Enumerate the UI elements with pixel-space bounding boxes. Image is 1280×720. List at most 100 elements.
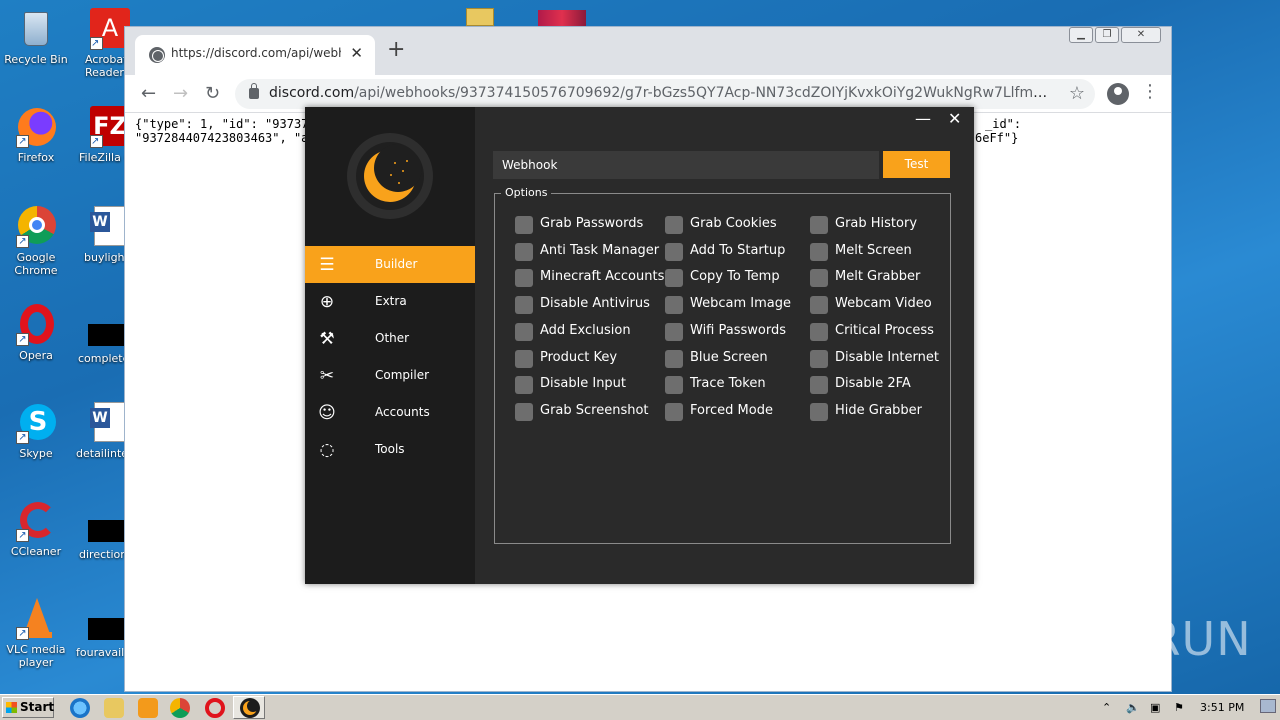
close-tab-icon[interactable]: ✕ <box>350 44 363 62</box>
builder-app-window: ☰ Builder ⊕ Extra ⚒ Other ✂ Compiler ☺ A… <box>305 107 974 584</box>
checkbox-label: Webcam Image <box>690 296 791 311</box>
desktop-icon-opera[interactable]: ↗ Opera <box>0 302 72 362</box>
checkbox-box[interactable] <box>515 296 533 314</box>
clock[interactable]: 3:51 PM <box>1200 701 1244 714</box>
checkbox-box[interactable] <box>515 350 533 368</box>
checkbox-label: Melt Screen <box>835 243 912 258</box>
opera-taskbar-icon[interactable] <box>205 698 225 718</box>
profile-icon[interactable] <box>1107 83 1129 105</box>
checkbox-box[interactable] <box>665 216 683 234</box>
user-icon: ☺ <box>318 403 336 423</box>
reload-button[interactable]: ↻ <box>205 83 220 104</box>
url-path: /api/webhooks/937374150576709692/g7r-bGz… <box>354 85 1049 101</box>
desktop-icon-ccleaner[interactable]: ↗ CCleaner <box>0 498 72 558</box>
checkbox-box[interactable] <box>665 269 683 287</box>
desktop-icon-firefox[interactable]: ↗ Firefox <box>0 104 72 164</box>
checkbox-box[interactable] <box>810 376 828 394</box>
checkbox-label: Critical Process <box>835 323 934 338</box>
start-button[interactable]: Start <box>2 697 54 718</box>
plus-circle-icon: ⊕ <box>319 292 335 312</box>
redacted-icon <box>88 618 124 640</box>
builder-taskbar-button[interactable] <box>233 696 265 719</box>
checkbox-box[interactable] <box>810 216 828 234</box>
checkbox-box[interactable] <box>665 403 683 421</box>
checkbox-box[interactable] <box>515 243 533 261</box>
nav-label: Tools <box>375 442 405 456</box>
nav-extra[interactable]: ⊕ Extra <box>305 283 475 320</box>
webhook-input[interactable] <box>493 151 879 179</box>
checkbox-box[interactable] <box>665 243 683 261</box>
test-button[interactable]: Test <box>883 151 950 178</box>
bookmark-star-icon[interactable]: ☆ <box>1069 83 1085 104</box>
checkbox-box[interactable] <box>515 269 533 287</box>
app-sidebar: ☰ Builder ⊕ Extra ⚒ Other ✂ Compiler ☺ A… <box>305 107 475 584</box>
desktop-icon-recycle-bin[interactable]: Recycle Bin <box>0 6 72 66</box>
checkbox-box[interactable] <box>665 376 683 394</box>
tray-expand-icon[interactable]: ⌃ <box>1102 701 1111 714</box>
checkbox-box[interactable] <box>515 376 533 394</box>
minimize-window-button[interactable]: ▁ <box>1069 27 1093 43</box>
checkbox-box[interactable] <box>515 403 533 421</box>
show-desktop-button[interactable] <box>1260 699 1276 713</box>
address-bar[interactable]: discord.com/api/webhooks/937374150576709… <box>235 79 1095 109</box>
new-tab-button[interactable]: + <box>387 37 405 62</box>
archive-icon[interactable] <box>538 10 586 26</box>
checkbox-label: Grab Passwords <box>540 216 644 231</box>
desktop-icon-label: Acrobat Reader <box>85 53 128 79</box>
volume-icon[interactable]: 🔈 <box>1126 701 1140 714</box>
checkbox-box[interactable] <box>810 323 828 341</box>
checkbox-label: Disable Internet <box>835 350 939 365</box>
forward-button[interactable]: → <box>173 83 188 104</box>
taskbar: Start ⌃ 🔈 ▣ ⚑ 3:51 PM <box>0 694 1280 720</box>
app-minimize-button[interactable]: — <box>915 109 931 128</box>
nav-label: Compiler <box>375 368 430 382</box>
desktop-icon-label: Google Chrome <box>14 251 58 277</box>
checkbox-box[interactable] <box>515 323 533 341</box>
network-icon[interactable]: ▣ <box>1150 701 1160 714</box>
json-text: 6eFf"} <box>975 131 1019 145</box>
nav-label: Extra <box>375 294 407 308</box>
checkbox-box[interactable] <box>515 216 533 234</box>
redacted-icon <box>88 324 124 346</box>
checkbox-box[interactable] <box>810 403 828 421</box>
nav-builder[interactable]: ☰ Builder <box>305 246 475 283</box>
nav-other[interactable]: ⚒ Other <box>305 320 475 357</box>
checkbox-label: Minecraft Accounts <box>540 269 665 284</box>
checkbox-box[interactable] <box>810 350 828 368</box>
lock-icon[interactable] <box>249 83 259 99</box>
checkbox-box[interactable] <box>810 243 828 261</box>
checkbox-box[interactable] <box>810 296 828 314</box>
checkbox-label: Grab Cookies <box>690 216 777 231</box>
ie-icon[interactable] <box>70 698 90 718</box>
watermark: ANY RUN <box>1036 612 1252 666</box>
flag-icon[interactable]: ⚑ <box>1174 701 1184 714</box>
json-text: _id": <box>985 117 1022 131</box>
explorer-folder-icon[interactable] <box>104 698 124 718</box>
desktop-icon-vlc[interactable]: ↗ VLC media player <box>0 596 72 669</box>
skype-icon: S ↗ <box>14 400 58 444</box>
chat-icon: ◌ <box>319 440 335 460</box>
checkbox-box[interactable] <box>665 296 683 314</box>
nav-tools[interactable]: ◌ Tools <box>305 431 475 468</box>
chrome-taskbar-icon[interactable] <box>170 698 190 718</box>
checkbox-box[interactable] <box>810 269 828 287</box>
checkbox-label: Product Key <box>540 350 618 365</box>
checkbox-box[interactable] <box>665 323 683 341</box>
restore-window-button[interactable]: ❐ <box>1095 27 1119 43</box>
browser-tab[interactable]: https://discord.com/api/webhooks/9 ✕ <box>135 35 375 75</box>
desktop-icon-chrome[interactable]: ↗ Google Chrome <box>0 204 72 277</box>
nav-label: Accounts <box>375 405 430 419</box>
checkbox-label: Add To Startup <box>690 243 786 258</box>
app-close-button[interactable]: ✕ <box>948 109 961 128</box>
nav-accounts[interactable]: ☺ Accounts <box>305 394 475 431</box>
media-player-icon[interactable] <box>138 698 158 718</box>
checkbox-box[interactable] <box>665 350 683 368</box>
folder-icon[interactable] <box>466 8 494 26</box>
menu-kebab-icon[interactable]: ⋮ <box>1141 81 1159 102</box>
close-window-button[interactable]: ✕ <box>1121 27 1161 43</box>
desktop-icon-skype[interactable]: S ↗ Skype <box>0 400 72 460</box>
nav-compiler[interactable]: ✂ Compiler <box>305 357 475 394</box>
redacted-icon <box>88 520 124 542</box>
back-button[interactable]: ← <box>141 83 156 104</box>
desktop-icon-label: Skype <box>19 447 53 460</box>
